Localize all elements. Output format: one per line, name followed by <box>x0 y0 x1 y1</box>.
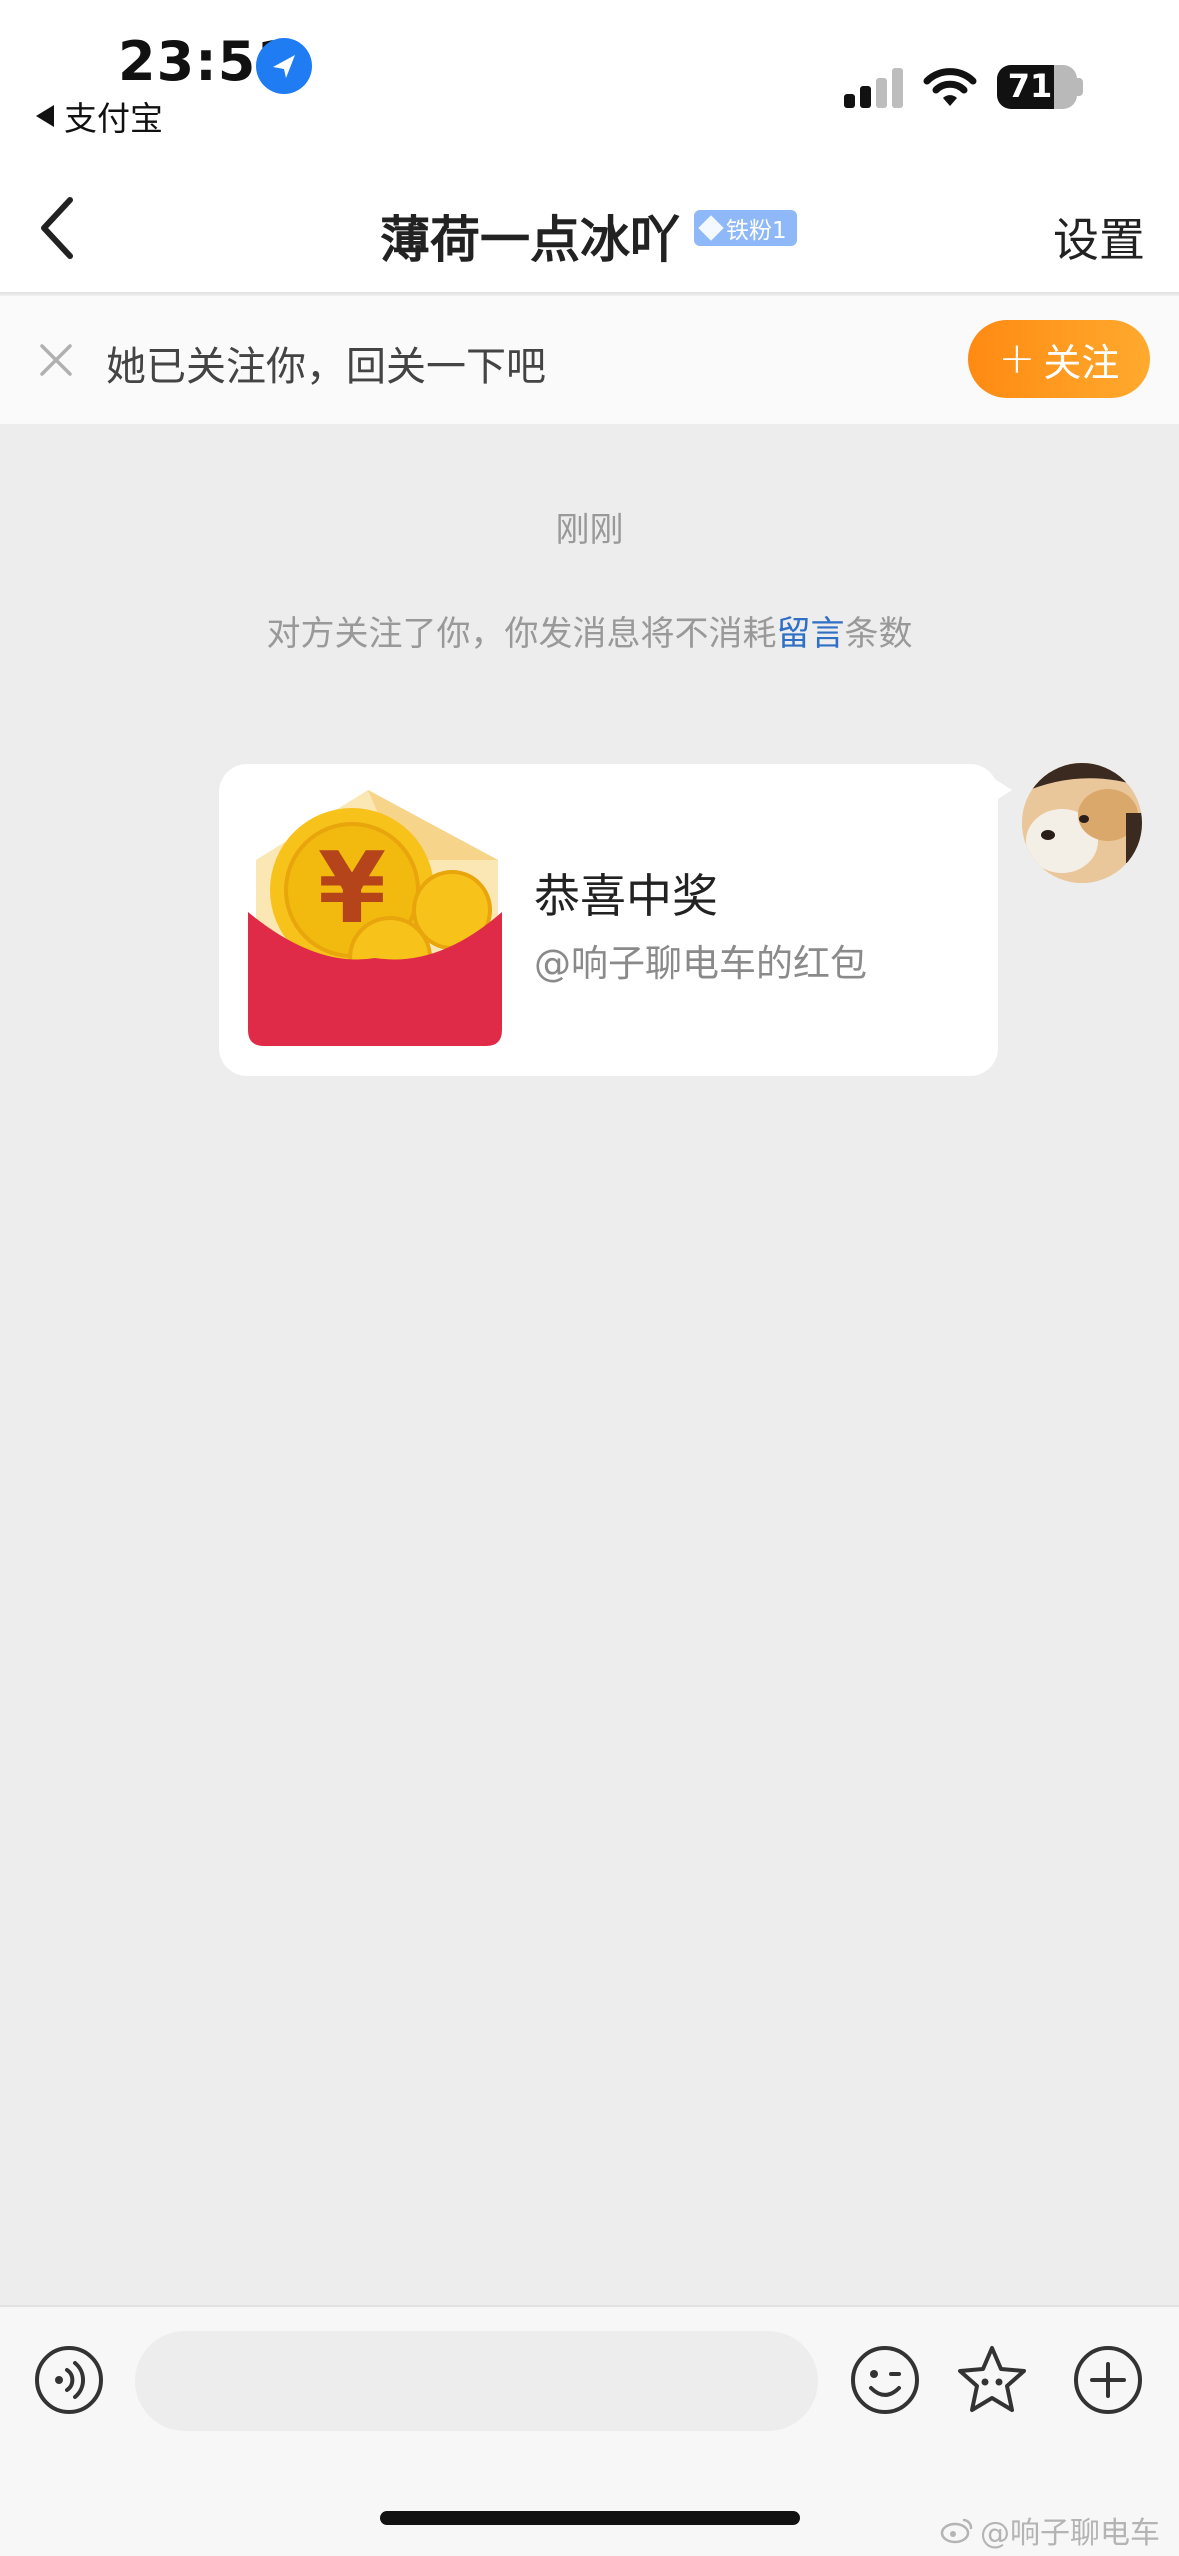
message-input[interactable] <box>135 2331 818 2431</box>
banner-text: 她已关注你，回关一下吧 <box>106 344 546 390</box>
notice-suffix: 条数 <box>844 614 913 654</box>
message-timestamp: 刚刚 <box>555 510 624 550</box>
voice-icon[interactable] <box>33 2344 105 2416</box>
settings-button[interactable]: 设置 <box>1053 204 1145 270</box>
fan-level-badge: 铁粉1 <box>694 210 797 246</box>
notice-prefix: 对方关注了你，你发消息将不消耗 <box>266 614 777 654</box>
red-packet-subtitle: @响子聊电车的红包 <box>534 942 867 985</box>
watermark: @响子聊电车 <box>940 2508 1160 2552</box>
battery-level: 71 <box>1007 67 1053 105</box>
sticker-star-icon[interactable] <box>956 2344 1028 2416</box>
home-indicator[interactable] <box>380 2511 800 2525</box>
chevron-left-icon[interactable] <box>30 190 90 266</box>
back-triangle-icon <box>36 105 54 127</box>
emoji-icon[interactable] <box>849 2344 921 2416</box>
diamond-icon <box>698 215 724 241</box>
follow-button[interactable]: + 关注 <box>968 320 1150 398</box>
follow-button-label: 关注 <box>1043 340 1120 385</box>
watermark-text: @响子聊电车 <box>980 2516 1160 2551</box>
weibo-logo-icon <box>940 2518 973 2544</box>
close-icon[interactable] <box>34 338 78 382</box>
avatar[interactable] <box>1022 763 1142 883</box>
wifi-icon <box>922 66 978 114</box>
cell-signal-icon <box>844 68 906 108</box>
system-notice: 对方关注了你，你发消息将不消耗留言条数 <box>0 606 1179 655</box>
notice-link[interactable]: 留言 <box>777 614 845 654</box>
plus-circle-icon[interactable] <box>1072 2344 1144 2416</box>
back-to-app-link[interactable]: 支付宝 <box>36 92 163 140</box>
nav-bar: 薄荷一点冰吖 铁粉1 设置 <box>0 160 1179 294</box>
battery-cap <box>1077 78 1083 96</box>
page-title: 薄荷一点冰吖 <box>380 211 680 269</box>
follow-back-banner: 她已关注你，回关一下吧 + 关注 <box>0 296 1179 424</box>
red-packet-title: 恭喜中奖 <box>534 869 718 923</box>
status-bar: 23:51 支付宝 71 <box>0 0 1179 160</box>
plus-icon: + <box>998 333 1036 384</box>
back-app-label: 支付宝 <box>64 99 163 138</box>
location-arrow-icon <box>256 38 312 94</box>
fan-badge-label: 铁粉1 <box>726 218 787 244</box>
red-packet-icon: ¥ <box>248 790 502 1046</box>
bubble-tail <box>990 776 1012 804</box>
battery-icon: 71 <box>997 65 1077 109</box>
